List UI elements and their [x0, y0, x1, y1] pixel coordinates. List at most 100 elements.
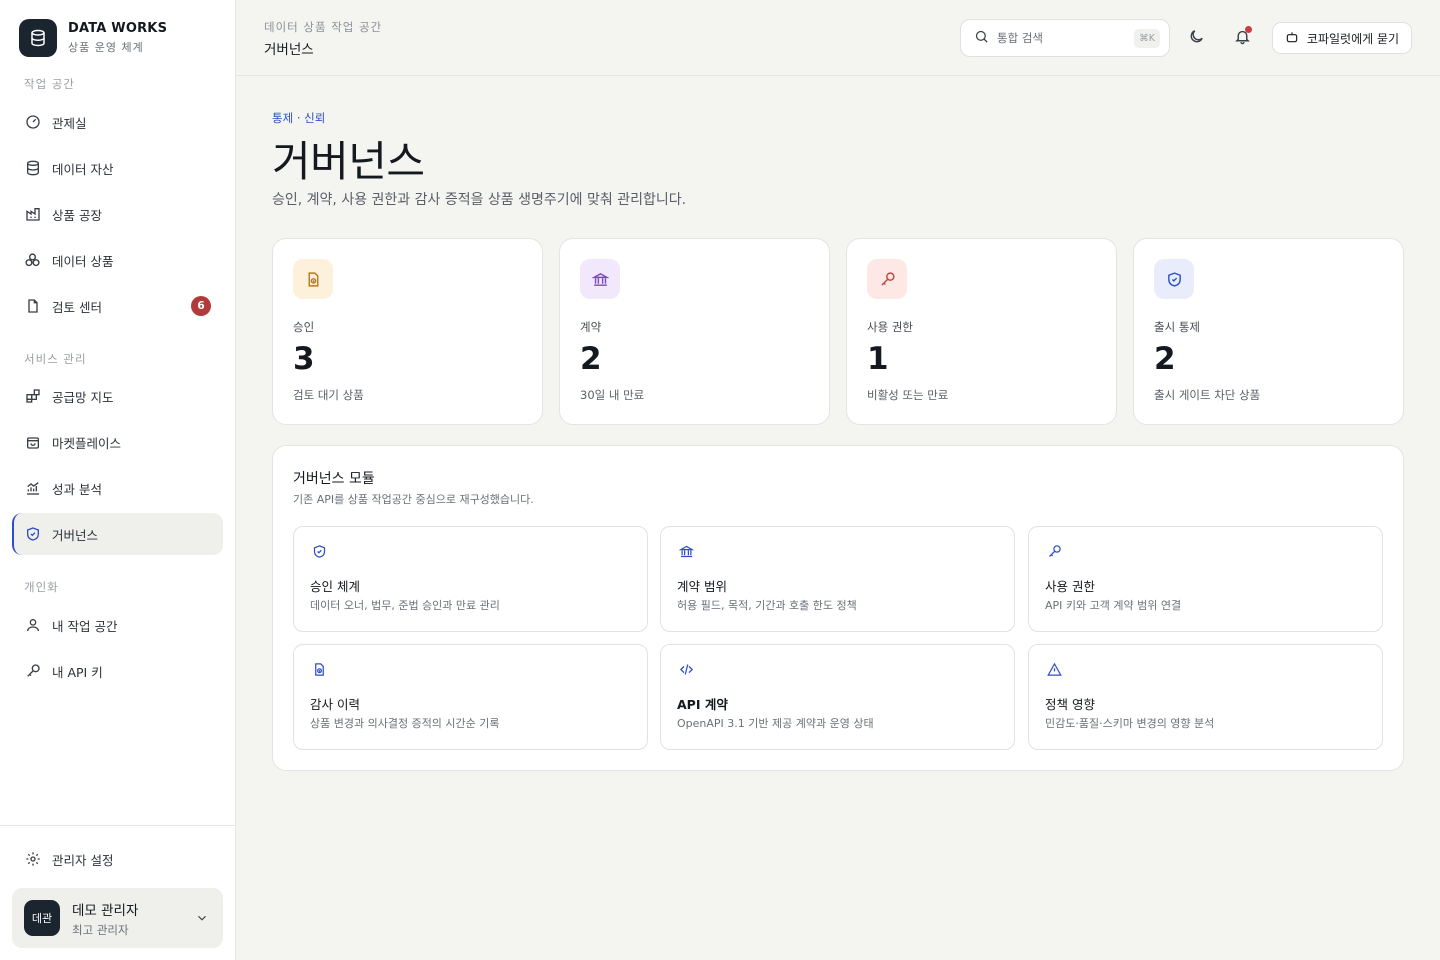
shield-icon [1154, 259, 1194, 299]
breadcrumb[interactable]: 데이터 상품 작업 공간 [264, 19, 382, 35]
search-icon [974, 29, 989, 48]
audit-icon [293, 259, 333, 299]
sidebar-item-label: 내 API 키 [52, 664, 103, 680]
stat-note: 비활성 또는 만료 [867, 388, 949, 402]
shield-icon [24, 526, 41, 543]
search-input[interactable]: 통합 검색 ⌘K [960, 19, 1170, 57]
user-menu[interactable]: 데관 데모 관리자 최고 관리자 [12, 888, 223, 948]
stat-label: 사용 권한 [867, 320, 913, 334]
search-placeholder: 통합 검색 [997, 31, 1043, 45]
bag-icon [24, 434, 41, 451]
page-title: 거버넌스 [272, 137, 425, 186]
stat-label: 계약 [580, 320, 602, 334]
user-icon [24, 617, 41, 634]
sidebar-item-label: 데이터 자산 [52, 161, 114, 177]
stat-note: 검토 대기 상품 [293, 388, 364, 402]
warning-icon [1045, 660, 1063, 678]
notifications-button[interactable] [1230, 26, 1254, 50]
chart-icon [24, 480, 41, 497]
sidebar-item-review-center[interactable]: 검토 센터 6 [12, 285, 223, 327]
theme-toggle-button[interactable] [1184, 26, 1208, 50]
brand[interactable]: DATA WORKS 상품 운영 체계 [19, 19, 167, 57]
database-icon [24, 160, 41, 177]
top-bar: 데이터 상품 작업 공간 거버넌스 통합 검색 ⌘K 코파일럿에게 묻기 [236, 0, 1440, 76]
stat-value: 1 [867, 341, 889, 377]
module-description: 상품 변경과 의사결정 증적의 시간순 기록 [310, 717, 500, 730]
sidebar-item-label: 내 작업 공간 [52, 618, 118, 634]
sidebar-item-label: 성과 분석 [52, 481, 102, 497]
module-card-audit-history[interactable]: 감사 이력 상품 변경과 의사결정 증적의 시간순 기록 [293, 644, 648, 750]
sidebar-item-label: 관제실 [52, 115, 87, 131]
stat-card-usage-rights[interactable]: 사용 권한 1 비활성 또는 만료 [846, 238, 1117, 425]
module-card-api-contract[interactable]: API 계약 OpenAPI 3.1 기반 제공 계약과 운영 상태 [660, 644, 1015, 750]
module-card-contract-scope[interactable]: 계약 범위 허용 필드, 목적, 기간과 호출 한도 정책 [660, 526, 1015, 632]
module-card-usage-rights[interactable]: 사용 권한 API 키와 고객 계약 범위 연결 [1028, 526, 1383, 632]
gauge-icon [24, 114, 41, 131]
bot-icon [1285, 30, 1299, 47]
module-card-policy-impact[interactable]: 정책 영향 민감도·품질·스키마 변경의 영향 분석 [1028, 644, 1383, 750]
key-icon [1045, 542, 1063, 560]
sidebar-item-data-assets[interactable]: 데이터 자산 [12, 147, 223, 189]
section-label-personal: 개인화 [24, 580, 59, 594]
sidebar-item-label: 상품 공장 [52, 207, 102, 223]
search-shortcut: ⌘K [1134, 29, 1160, 48]
brand-subtitle: 상품 운영 체계 [68, 41, 144, 54]
modules-title: 거버넌스 모듈 [293, 471, 375, 487]
sidebar-item-my-api-keys[interactable]: 내 API 키 [12, 650, 223, 692]
chevron-down-icon [195, 910, 209, 929]
code-icon [677, 660, 695, 678]
section-label-workspace: 작업 공간 [24, 77, 75, 91]
sidebar-item-performance[interactable]: 성과 분석 [12, 467, 223, 509]
stat-label: 출시 통제 [1154, 320, 1200, 334]
file-icon [24, 298, 41, 315]
module-name: 사용 권한 [1045, 579, 1095, 594]
copilot-label: 코파일럿에게 묻기 [1306, 31, 1400, 46]
sidebar-item-product-factory[interactable]: 상품 공장 [12, 193, 223, 235]
sidebar-item-label: 거버넌스 [52, 527, 99, 543]
brand-title: DATA WORKS [68, 21, 168, 36]
stat-card-approval[interactable]: 승인 3 검토 대기 상품 [272, 238, 543, 425]
stat-card-contract[interactable]: 계약 2 30일 내 만료 [559, 238, 830, 425]
sidebar: DATA WORKS 상품 운영 체계 작업 공간 관제실 데이터 자산 상품 … [0, 0, 236, 960]
copilot-button[interactable]: 코파일럿에게 묻기 [1272, 22, 1412, 54]
module-card-approval[interactable]: 승인 체계 데이터 오너, 법무, 준법 승인과 만료 관리 [293, 526, 648, 632]
admin-settings-label: 관리자 설정 [52, 852, 114, 868]
sidebar-item-marketplace[interactable]: 마켓플레이스 [12, 421, 223, 463]
module-description: OpenAPI 3.1 기반 제공 계약과 운영 상태 [677, 717, 874, 730]
sidebar-item-governance[interactable]: 거버넌스 [12, 513, 223, 555]
module-description: 민감도·품질·스키마 변경의 영향 분석 [1045, 717, 1215, 730]
stat-value: 2 [1154, 341, 1176, 377]
factory-icon [24, 206, 41, 223]
stat-value: 3 [293, 341, 315, 377]
sidebar-item-supply-map[interactable]: 공급망 지도 [12, 375, 223, 417]
stat-note: 30일 내 만료 [580, 388, 645, 402]
shield-icon [310, 542, 328, 560]
module-name: API 계약 [677, 697, 728, 712]
stat-value: 2 [580, 341, 602, 377]
avatar: 데관 [24, 900, 60, 936]
grid-plus-icon [24, 388, 41, 405]
breadcrumb-current: 거버넌스 [264, 42, 314, 58]
sidebar-item-label: 검토 센터 [52, 299, 102, 315]
gear-icon [24, 851, 41, 868]
module-name: 승인 체계 [310, 579, 360, 594]
modules-subtitle: 기존 API를 상품 작업공간 중심으로 재구성했습니다. [293, 493, 534, 506]
module-description: 허용 필드, 목적, 기간과 호출 한도 정책 [677, 599, 857, 612]
sidebar-item-label: 데이터 상품 [52, 253, 114, 269]
review-count-badge: 6 [191, 296, 211, 316]
sidebar-item-control-room[interactable]: 관제실 [12, 101, 223, 143]
sidebar-item-data-products[interactable]: 데이터 상품 [12, 239, 223, 281]
module-name: 감사 이력 [310, 697, 360, 712]
admin-settings-link[interactable]: 관리자 설정 [12, 838, 223, 880]
stat-card-release-control[interactable]: 출시 통제 2 출시 게이트 차단 상품 [1133, 238, 1404, 425]
module-name: 정책 영향 [1045, 697, 1095, 712]
user-role: 최고 관리자 [72, 922, 129, 937]
governance-modules-panel: 거버넌스 모듈 기존 API를 상품 작업공간 중심으로 재구성했습니다. 승인… [272, 445, 1404, 771]
sidebar-divider [0, 825, 235, 826]
user-name: 데모 관리자 [72, 902, 139, 919]
bank-icon [677, 542, 695, 560]
sidebar-item-my-workspace[interactable]: 내 작업 공간 [12, 604, 223, 646]
stat-note: 출시 게이트 차단 상품 [1154, 388, 1261, 402]
key-icon [24, 663, 41, 680]
page-eyebrow: 통제 · 신뢰 [272, 111, 326, 125]
